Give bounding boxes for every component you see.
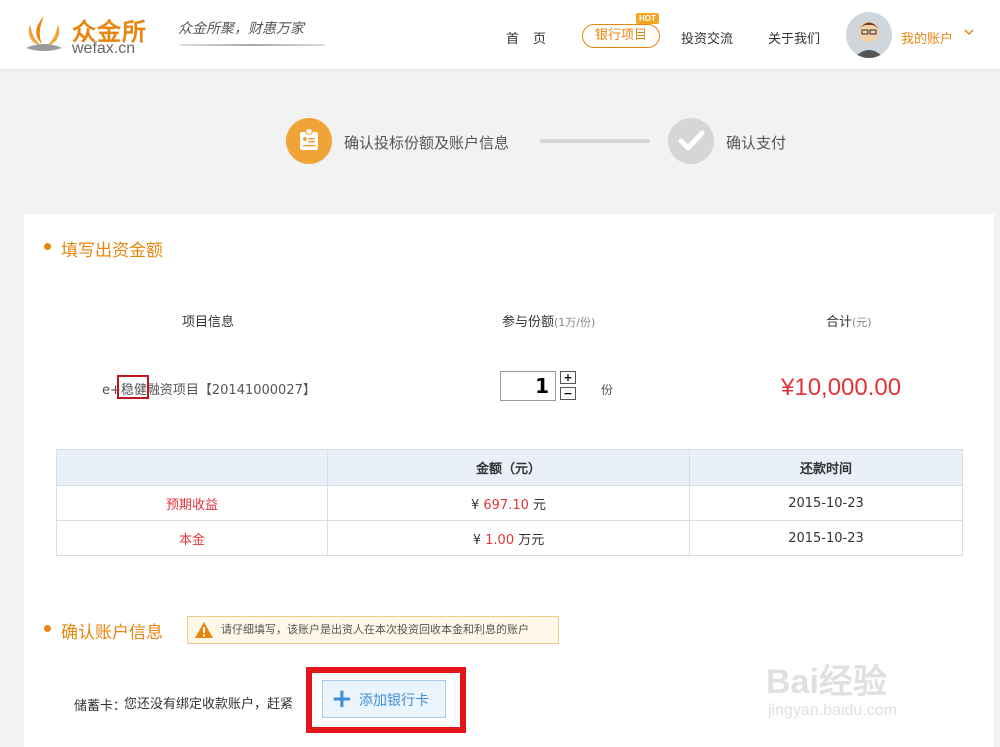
nav-bank-projects[interactable]: 银行项目 [582, 24, 660, 48]
column-total: 合计(元) [826, 315, 872, 330]
logo-domain-text: wefax.cn [72, 40, 136, 57]
my-account-link[interactable]: 我的账户 [901, 28, 953, 47]
section-bullet [44, 243, 51, 250]
nav-home[interactable]: 首页 [506, 28, 560, 47]
column-project-info: 项目信息 [182, 315, 235, 330]
total-amount: ¥10,000.00 [781, 374, 902, 401]
nav-invest-exchange[interactable]: 投资交流 [681, 28, 733, 47]
row-label: 预期收益 [56, 485, 328, 521]
table-row: 本金 ¥ 1.00 万元 2015-10-23 [56, 520, 963, 556]
user-avatar[interactable] [846, 12, 892, 58]
warning-notice: 请仔细填写，该账户是出资人在本次投资回收本金和利息的账户 [187, 616, 559, 644]
step-2-indicator [668, 118, 714, 164]
returns-table: 金额（元） 还款时间 预期收益 ¥ 697.10 元 2015-10-23 本金… [56, 449, 963, 556]
add-bank-card-button[interactable]: + 添加银行卡 [322, 680, 446, 718]
quantity-input[interactable]: 1 [500, 371, 556, 401]
row-date: 2015-10-23 [689, 520, 963, 556]
progress-steps: 确认投标份额及账户信息 确认支付 [0, 71, 1000, 211]
nav-about-us[interactable]: 关于我们 [768, 28, 820, 47]
site-header: 众金所 wefax.cn 众金所聚，财惠万家 首页 银行项目 HOT 投资交流 … [0, 0, 1000, 70]
watermark-logo: Bai经验 [766, 663, 887, 701]
warning-text: 请仔细填写，该账户是出资人在本次投资回收本金和利息的账户 [221, 623, 529, 636]
column-shares: 参与份额(1万/份) [502, 315, 596, 330]
row-amount: ¥ 1.00 万元 [327, 520, 690, 556]
warning-icon [195, 622, 213, 638]
row-label: 本金 [56, 520, 328, 556]
plus-icon: + [331, 684, 353, 714]
step-1-indicator [286, 118, 332, 164]
row-date: 2015-10-23 [689, 485, 963, 521]
slogan-underline [180, 44, 325, 46]
debit-card-label: 储蓄卡： [74, 699, 127, 714]
hot-badge: HOT [636, 13, 659, 24]
chevron-down-icon[interactable] [963, 26, 975, 38]
step-connector [540, 139, 650, 143]
site-logo[interactable]: 众金所 wefax.cn [22, 12, 162, 58]
id-card-icon [300, 128, 318, 150]
quantity-increase-button[interactable]: + [560, 371, 576, 384]
row-amount: ¥ 697.10 元 [327, 485, 690, 521]
table-header-cell: 金额（元） [327, 449, 690, 486]
section-title-amount: 填写出资金额 [61, 241, 163, 261]
section-title-account: 确认账户信息 [61, 623, 163, 643]
avatar-icon [846, 12, 892, 58]
checkmark-icon [678, 130, 705, 151]
highlight-box [117, 375, 149, 399]
quantity-unit: 份 [601, 383, 614, 397]
table-header-cell: 还款时间 [689, 449, 963, 486]
no-account-hint: 您还没有绑定收款账户，赶紧 [124, 697, 294, 712]
add-bank-card-label: 添加银行卡 [359, 693, 429, 709]
baidu-watermark: Bai经验 jingyan.baidu.com [766, 650, 951, 730]
section-bullet [44, 625, 51, 632]
slogan: 众金所聚，财惠万家 [178, 21, 304, 37]
table-header-row: 金额（元） 还款时间 [56, 449, 963, 486]
step-2-label: 确认支付 [726, 134, 787, 152]
watermark-url: jingyan.baidu.com [768, 702, 897, 719]
logo-mark-icon [26, 16, 62, 51]
quantity-decrease-button[interactable]: − [560, 387, 576, 400]
step-1-label: 确认投标份额及账户信息 [344, 134, 510, 152]
table-header-cell [56, 449, 328, 486]
table-row: 预期收益 ¥ 697.10 元 2015-10-23 [56, 485, 963, 521]
